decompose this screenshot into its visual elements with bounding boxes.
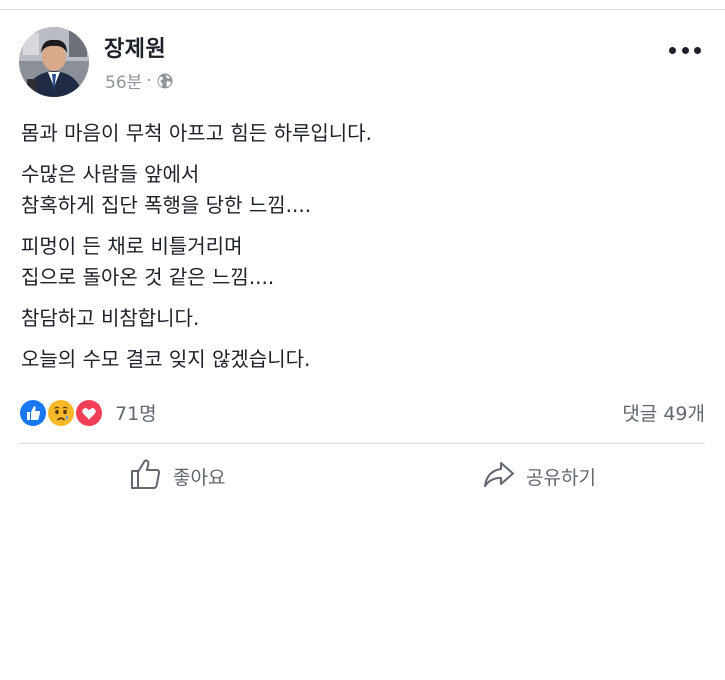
post-header: 장제원 56분 · [19,27,707,97]
globe-icon [157,73,173,89]
love-reaction-icon [75,399,103,427]
like-button[interactable]: 좋아요 [129,458,225,494]
post-paragraph: 몸과 마음이 무척 아프고 힘든 하루입니다. [21,118,701,149]
post-meta: 56분 · [105,68,173,93]
meta-separator: · [146,70,152,91]
reaction-count[interactable]: 71명 [115,399,157,426]
post-line: 몸과 마음이 무척 아프고 힘든 하루입니다. [21,121,372,145]
thumbs-up-icon [129,457,163,495]
post-paragraph: 수많은 사람들 앞에서 참혹하게 집단 폭행을 당한 느낌.... [21,159,701,221]
post-line: 피멍이 든 채로 비틀거리며 [21,234,243,258]
post-line: 참혹하게 집단 폭행을 당한 느낌.... [21,193,312,217]
reaction-icons[interactable] [19,398,105,428]
sad-reaction-icon [47,399,75,427]
post-paragraph: 오늘의 수모 결코 잊지 않겠습니다. [21,344,701,375]
post-time[interactable]: 56분 [105,68,142,93]
like-reaction-icon [19,399,47,427]
post-line: 참담하고 비참합니다. [21,306,200,330]
post-line: 수많은 사람들 앞에서 [21,162,200,186]
post-line: 오늘의 수모 결코 잊지 않겠습니다. [21,347,311,371]
like-label: 좋아요 [173,466,226,489]
share-label: 공유하기 [526,466,596,489]
post-paragraph: 피멍이 든 채로 비틀거리며 집으로 돌아온 것 같은 느낌.... [21,231,701,293]
share-button[interactable]: 공유하기 [482,458,596,494]
top-divider [0,9,725,10]
actions-divider [19,443,705,444]
post-paragraph: 참담하고 비참합니다. [21,303,701,334]
author-name[interactable]: 장제원 [104,31,166,63]
more-options-icon[interactable] [669,43,701,57]
reactions-bar: 71명 댓글 49개 [19,398,705,428]
comment-count[interactable]: 댓글 49개 [622,399,705,426]
avatar[interactable] [19,27,89,97]
share-arrow-icon [482,457,516,495]
post-line: 집으로 돌아온 것 같은 느낌.... [21,265,275,289]
post-text: 몸과 마음이 무척 아프고 힘든 하루입니다. 수많은 사람들 앞에서 참혹하게… [21,118,701,385]
